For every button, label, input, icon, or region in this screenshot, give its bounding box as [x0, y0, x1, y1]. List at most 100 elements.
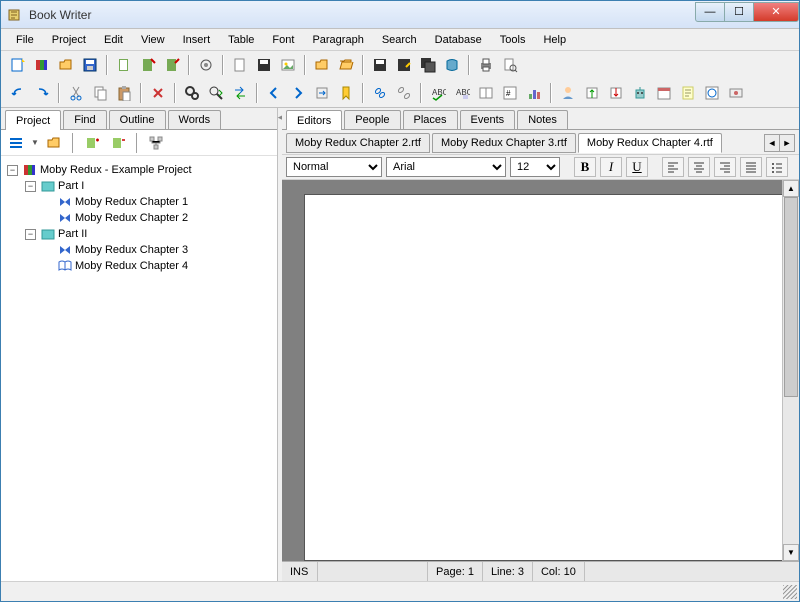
align-left-icon[interactable] — [662, 157, 684, 177]
menu-search[interactable]: Search — [373, 32, 426, 48]
goto-icon[interactable] — [311, 82, 333, 104]
bookmark-prev-icon[interactable] — [263, 82, 285, 104]
tool-icon[interactable] — [195, 54, 217, 76]
delete-icon[interactable] — [147, 82, 169, 104]
menu-font[interactable]: Font — [263, 32, 303, 48]
tab-notes[interactable]: Notes — [517, 110, 568, 129]
menu-database[interactable]: Database — [426, 32, 491, 48]
tab-find[interactable]: Find — [63, 110, 106, 129]
italic-button[interactable]: I — [600, 157, 622, 177]
align-center-icon[interactable] — [688, 157, 710, 177]
menu-paragraph[interactable]: Paragraph — [303, 32, 372, 48]
copy-icon[interactable] — [89, 82, 111, 104]
notes-icon[interactable] — [677, 82, 699, 104]
image-icon[interactable] — [277, 54, 299, 76]
disk-edit-icon[interactable] — [393, 54, 415, 76]
remove-book-icon[interactable] — [161, 54, 183, 76]
maximize-button[interactable]: ☐ — [724, 2, 754, 22]
tree-chapter[interactable]: Moby Redux Chapter 3 — [5, 242, 273, 258]
print-preview-icon[interactable] — [499, 54, 521, 76]
align-justify-icon[interactable] — [740, 157, 762, 177]
tab-project[interactable]: Project — [5, 110, 61, 130]
link-icon[interactable] — [369, 82, 391, 104]
align-right-icon[interactable] — [714, 157, 736, 177]
tab-places[interactable]: Places — [403, 110, 458, 129]
settings-icon[interactable] — [725, 82, 747, 104]
cut-icon[interactable] — [65, 82, 87, 104]
folder-open-icon[interactable] — [335, 54, 357, 76]
tree-chapter[interactable]: Moby Redux Chapter 4 — [5, 258, 273, 274]
doc-tab[interactable]: Moby Redux Chapter 2.rtf — [286, 133, 430, 153]
disk-icon[interactable] — [369, 54, 391, 76]
grammar-icon[interactable]: ABC — [451, 82, 473, 104]
save-icon[interactable] — [79, 54, 101, 76]
disk-all-icon[interactable] — [417, 54, 439, 76]
new-doc-icon[interactable] — [229, 54, 251, 76]
menu-table[interactable]: Table — [219, 32, 263, 48]
stats-icon[interactable] — [523, 82, 545, 104]
robot-icon[interactable] — [629, 82, 651, 104]
minimize-button[interactable]: — — [695, 2, 725, 22]
bold-button[interactable]: B — [574, 157, 596, 177]
menu-insert[interactable]: Insert — [174, 32, 220, 48]
vertical-scrollbar[interactable]: ▲ ▼ — [782, 180, 799, 561]
calendar-icon[interactable] — [653, 82, 675, 104]
tab-events[interactable]: Events — [460, 110, 516, 129]
title-bar[interactable]: Book Writer — ☐ ✕ — [1, 1, 799, 29]
doc-tab-next-icon[interactable]: ► — [779, 134, 795, 152]
tree-part[interactable]: − Part II — [5, 226, 273, 242]
tree-open-icon[interactable] — [43, 132, 65, 154]
style-select[interactable]: Normal — [286, 157, 382, 177]
doc-tab-prev-icon[interactable]: ◄ — [764, 134, 780, 152]
redo-icon[interactable] — [31, 82, 53, 104]
collapse-icon[interactable]: − — [25, 181, 36, 192]
tree-structure-icon[interactable] — [145, 132, 167, 154]
tab-outline[interactable]: Outline — [109, 110, 166, 129]
tree-add-icon[interactable] — [81, 132, 103, 154]
close-button[interactable]: ✕ — [753, 2, 799, 22]
tree-root[interactable]: − Moby Redux - Example Project — [5, 162, 273, 178]
dropdown-arrow-icon[interactable]: ▼ — [31, 138, 39, 147]
books-icon[interactable] — [31, 54, 53, 76]
find-icon[interactable] — [181, 82, 203, 104]
project-tree[interactable]: − Moby Redux - Example Project − Part I … — [1, 156, 277, 581]
print-icon[interactable] — [475, 54, 497, 76]
menu-project[interactable]: Project — [43, 32, 95, 48]
tree-chapter[interactable]: Moby Redux Chapter 2 — [5, 210, 273, 226]
doc-tab[interactable]: Moby Redux Chapter 4.rtf — [578, 133, 722, 153]
people-icon[interactable] — [557, 82, 579, 104]
font-select[interactable]: Arial — [386, 157, 506, 177]
new-project-icon[interactable] — [7, 54, 29, 76]
scroll-up-icon[interactable]: ▲ — [783, 180, 799, 197]
import-icon[interactable] — [605, 82, 627, 104]
tab-people[interactable]: People — [344, 110, 400, 129]
tree-remove-icon[interactable] — [107, 132, 129, 154]
explorer-icon[interactable] — [701, 82, 723, 104]
resize-grip-icon[interactable] — [783, 585, 797, 599]
menu-help[interactable]: Help — [534, 32, 575, 48]
collapse-icon[interactable]: − — [25, 229, 36, 240]
open-folder-icon[interactable] — [55, 54, 77, 76]
export-icon[interactable] — [581, 82, 603, 104]
tree-part[interactable]: − Part I — [5, 178, 273, 194]
save-doc-icon[interactable] — [253, 54, 275, 76]
scroll-down-icon[interactable]: ▼ — [783, 544, 799, 561]
mark-icon[interactable] — [335, 82, 357, 104]
book-icon[interactable] — [113, 54, 135, 76]
document-page[interactable] — [304, 194, 799, 561]
undo-icon[interactable] — [7, 82, 29, 104]
menu-tools[interactable]: Tools — [491, 32, 535, 48]
underline-button[interactable]: U — [626, 157, 648, 177]
tree-chapter[interactable]: Moby Redux Chapter 1 — [5, 194, 273, 210]
wordcount-icon[interactable]: # — [499, 82, 521, 104]
folder-icon[interactable] — [311, 54, 333, 76]
bookmark-next-icon[interactable] — [287, 82, 309, 104]
tab-editors[interactable]: Editors — [286, 110, 342, 130]
tree-menu-icon[interactable] — [5, 132, 27, 154]
scroll-thumb[interactable] — [784, 197, 798, 397]
find-next-icon[interactable] — [205, 82, 227, 104]
collapse-icon[interactable]: − — [7, 165, 18, 176]
thesaurus-icon[interactable] — [475, 82, 497, 104]
menu-view[interactable]: View — [132, 32, 174, 48]
size-select[interactable]: 12 — [510, 157, 560, 177]
